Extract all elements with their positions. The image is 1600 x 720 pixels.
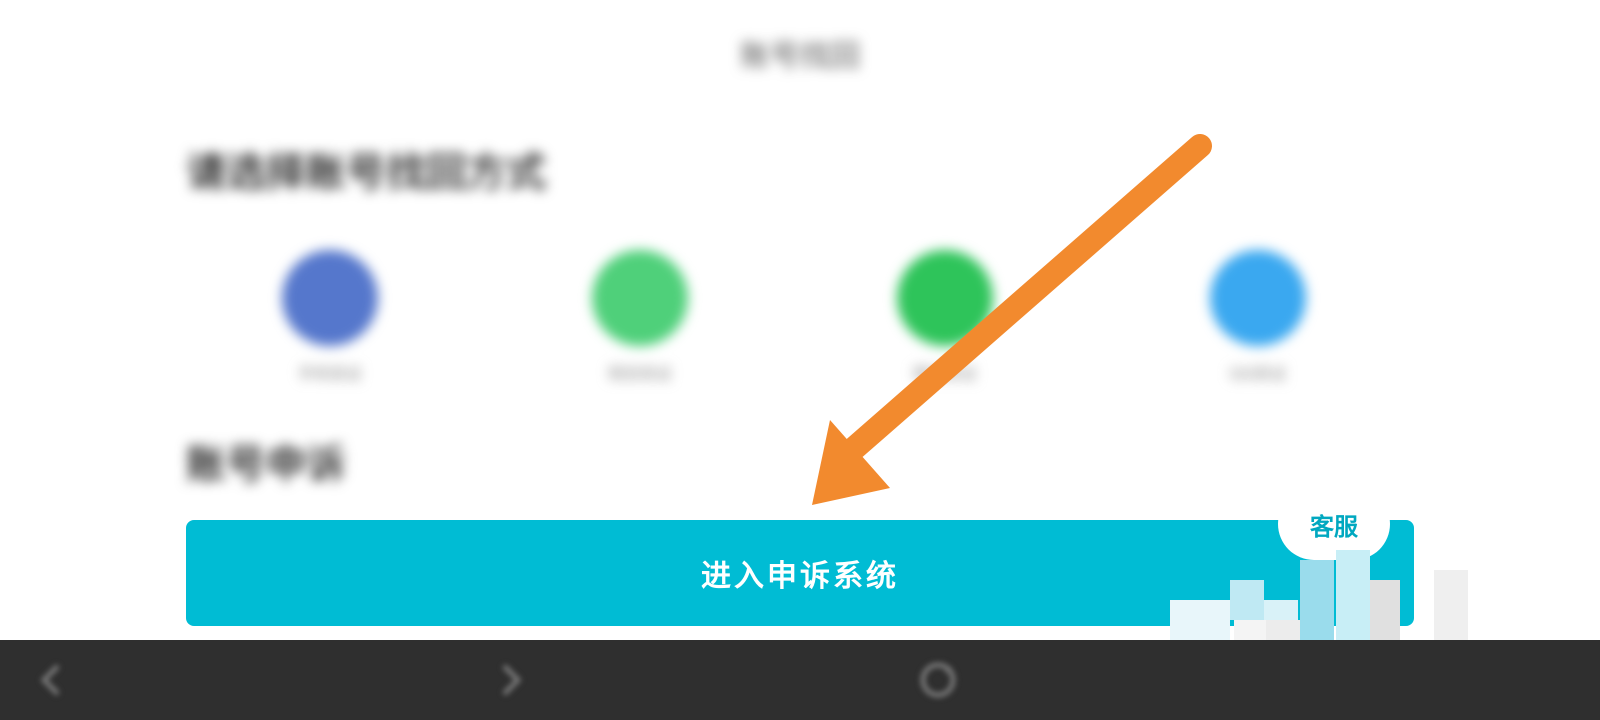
method-label: 手机验证	[297, 364, 362, 383]
chevron-right-icon[interactable]	[482, 652, 538, 708]
recovery-method-heading: 请选择账号找回方式	[186, 150, 546, 196]
message-icon	[592, 250, 688, 346]
method-label: 短信验证	[607, 364, 672, 383]
wechat-icon	[897, 250, 993, 346]
method-label: 微信验证	[912, 364, 977, 383]
qq-icon	[1210, 250, 1306, 346]
method-sms[interactable]: 短信验证	[560, 250, 720, 384]
appeal-heading: 账号申诉	[186, 442, 346, 488]
app-screen: 账号找回 请选择账号找回方式 手机验证 短信验证 微信验证 QQ验证 账号申诉 …	[0, 0, 1600, 720]
method-phone[interactable]: 手机验证	[250, 250, 410, 384]
refresh-icon[interactable]	[910, 652, 966, 708]
phone-icon	[282, 250, 378, 346]
bottom-nav-bar	[0, 640, 1600, 720]
method-qq[interactable]: QQ验证	[1178, 250, 1338, 384]
page-title: 账号找回	[740, 39, 860, 74]
method-wechat[interactable]: 微信验证	[865, 250, 1025, 384]
method-label: QQ验证	[1229, 364, 1287, 383]
chevron-left-icon[interactable]	[24, 652, 80, 708]
